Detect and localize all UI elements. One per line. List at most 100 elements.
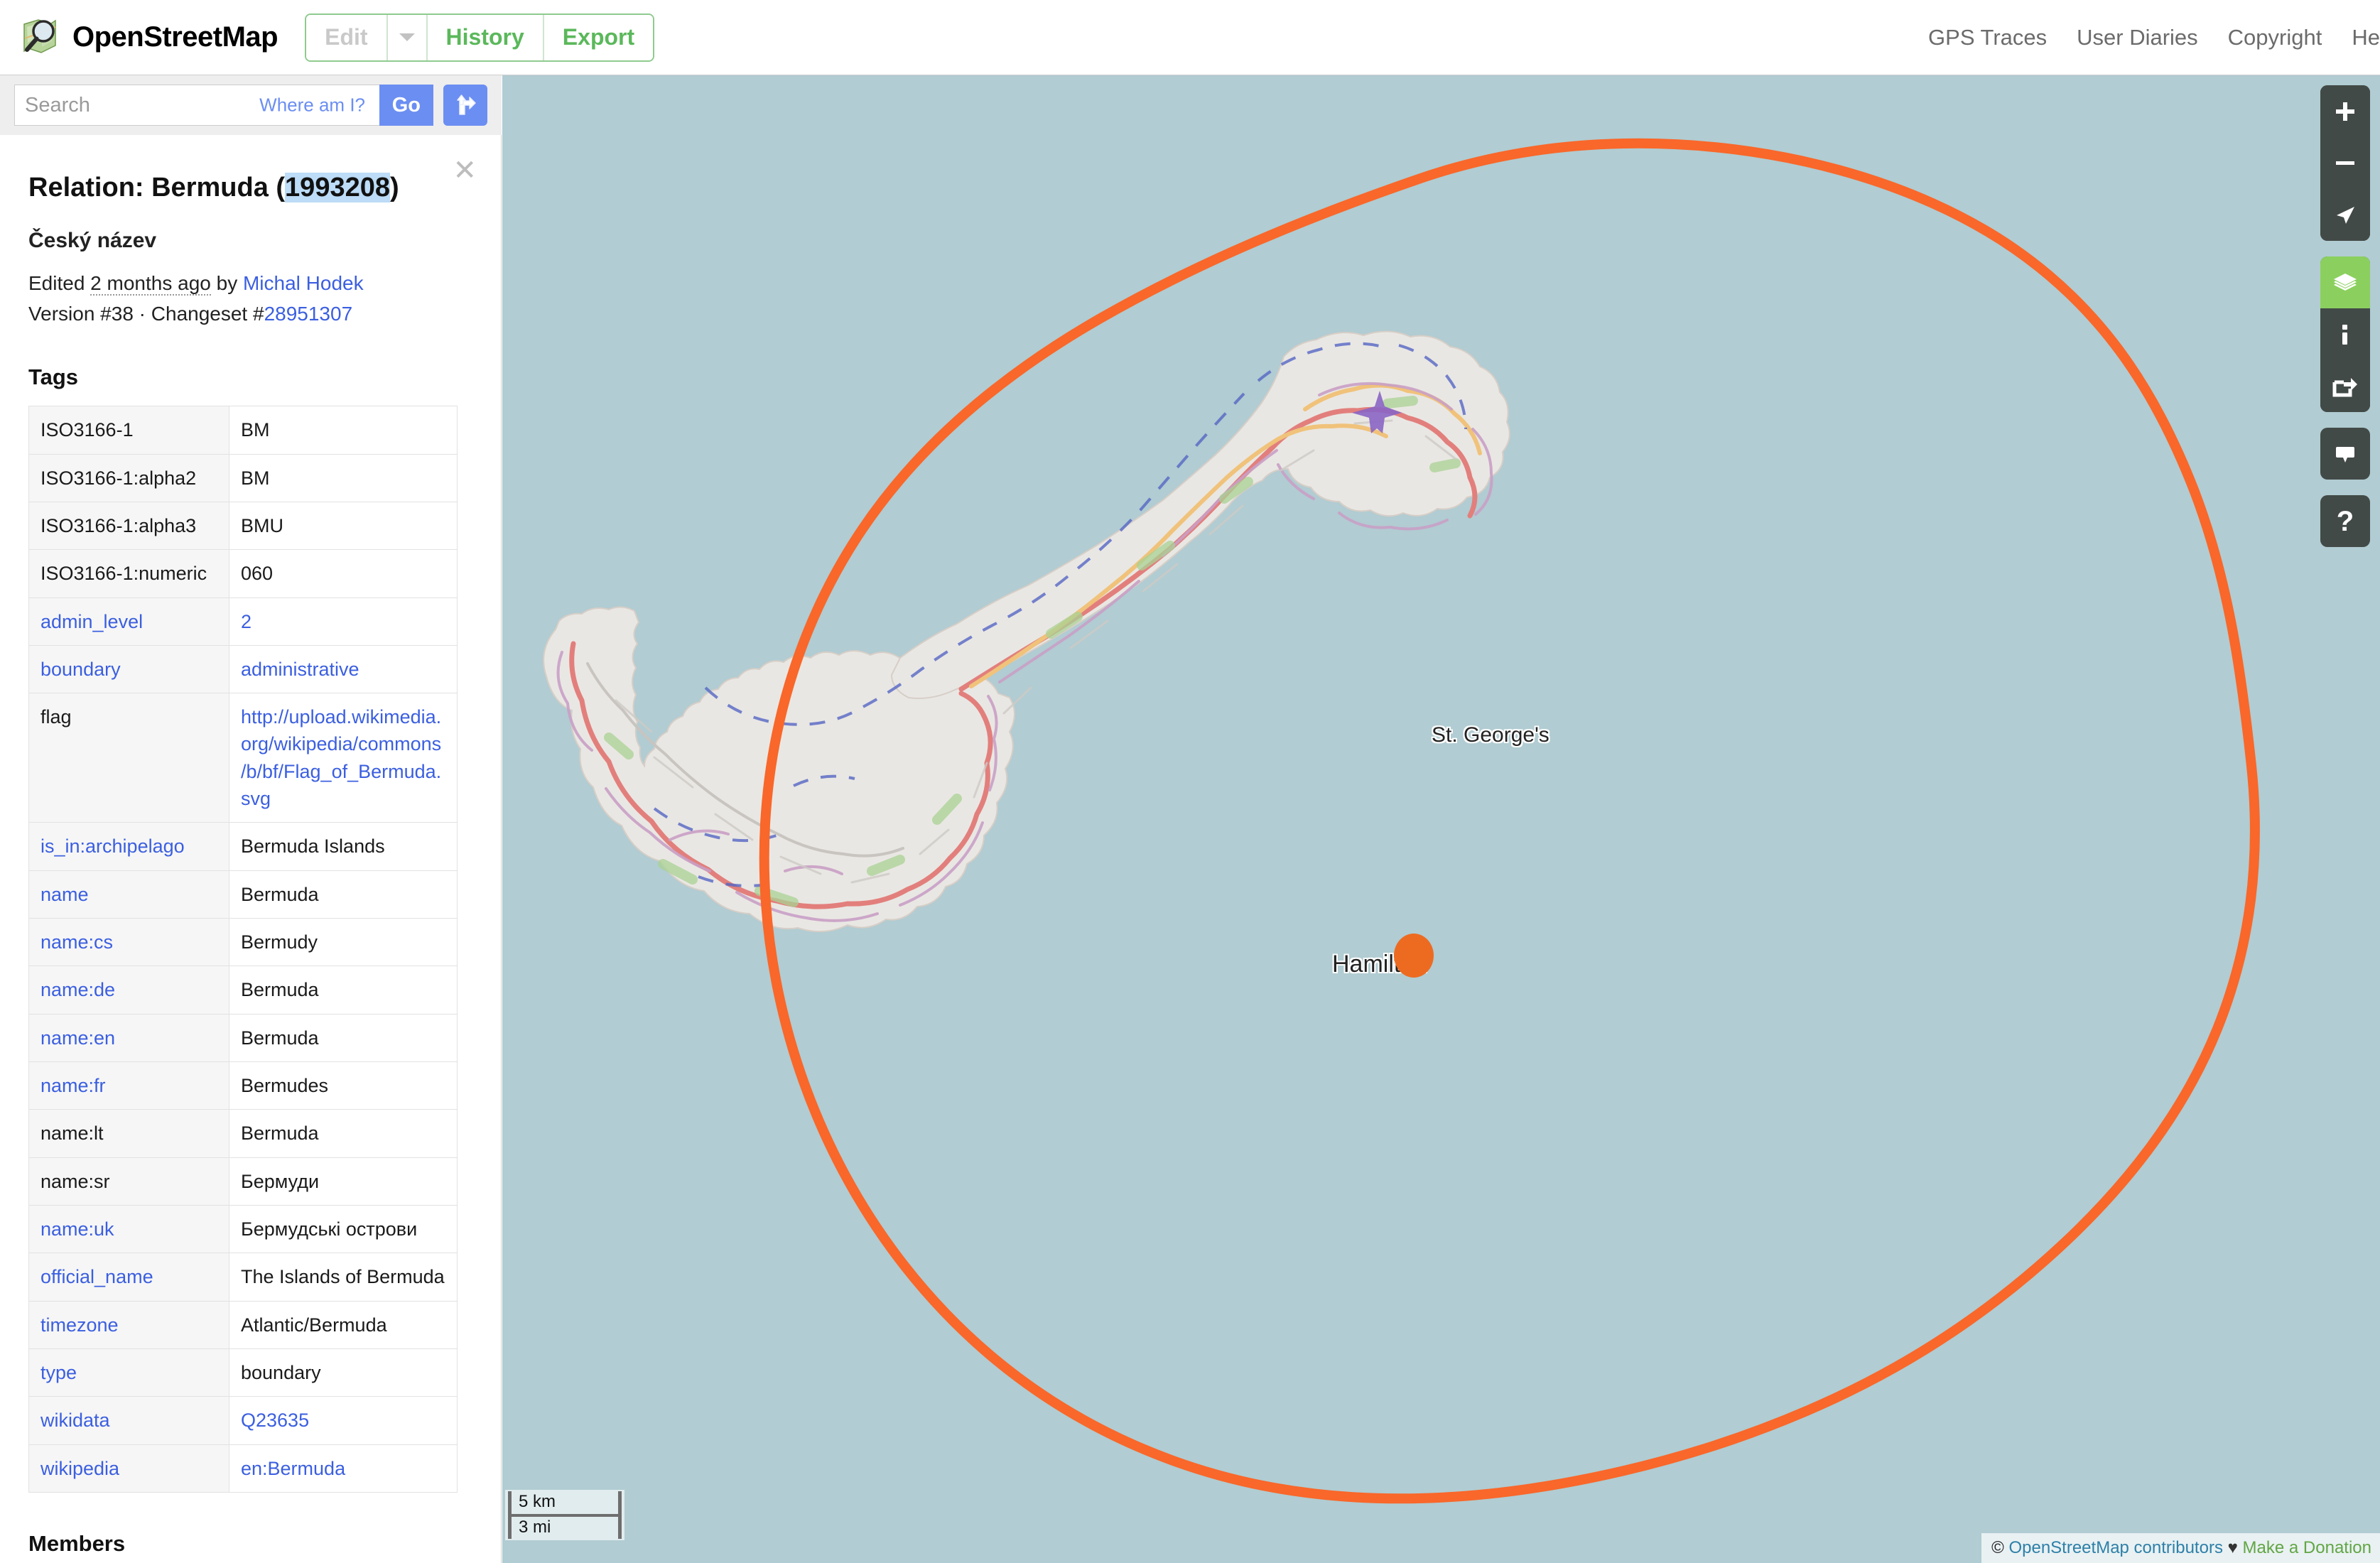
tag-key-link[interactable]: wikidata: [40, 1410, 110, 1431]
logo-block[interactable]: OpenStreetMap: [20, 17, 278, 58]
osm-contributors-link[interactable]: OpenStreetMap contributors: [2008, 1538, 2223, 1557]
tag-value-text: Bermuda Islands: [241, 835, 385, 858]
directions-button[interactable]: [443, 85, 487, 126]
tag-value-cell: Bermuda: [229, 1013, 458, 1063]
table-row: name:de Bermuda: [28, 966, 458, 1015]
page-title: Relation: Bermuda (1993208): [28, 172, 472, 205]
search-go-button[interactable]: Go: [379, 85, 433, 126]
table-row: name:en Bermuda: [28, 1013, 458, 1063]
tag-key-cell: flag: [28, 693, 229, 823]
tag-value-text: Бермуди: [241, 1170, 320, 1192]
tag-key-link[interactable]: name:en: [40, 1027, 115, 1049]
export-button[interactable]: Export: [543, 14, 654, 60]
nav-gps-traces[interactable]: GPS Traces: [1928, 25, 2047, 50]
tag-value-cell: 2: [229, 597, 458, 646]
tag-key-cell: admin_level: [28, 597, 229, 646]
tag-value-cell: boundary: [229, 1348, 458, 1397]
map-layers-button[interactable]: [2320, 256, 2370, 308]
table-row: boundary administrative: [28, 644, 458, 694]
plus-icon: [2336, 102, 2354, 121]
chevron-down-icon: [399, 33, 415, 41]
table-row: timezone Atlantic/Bermuda: [28, 1300, 458, 1350]
table-row: admin_level 2: [28, 597, 458, 646]
tag-value-link[interactable]: 2: [241, 611, 251, 632]
donate-link[interactable]: Make a Donation: [2243, 1538, 2371, 1557]
map-canvas[interactable]: Hamilton St. George's ? 5 km 3 mi © Open…: [502, 75, 2380, 1563]
editor-user-link[interactable]: Michal Hodek: [243, 272, 364, 294]
help-button[interactable]: ?: [2320, 495, 2370, 547]
tag-key-link[interactable]: is_in:archipelago: [40, 835, 185, 857]
tag-key-cell: name: [28, 870, 229, 919]
tag-key-text: ISO3166-1: [40, 419, 134, 441]
tags-table: ISO3166-1 BM ISO3166-1:alpha2 BM ISO3166-1:a…: [28, 406, 458, 1493]
zoom-out-button[interactable]: [2320, 137, 2370, 189]
tag-key-cell: ISO3166-1:numeric: [28, 549, 229, 598]
tag-value-link[interactable]: en:Bermuda: [241, 1458, 345, 1479]
tag-value-cell: Bermuda: [229, 966, 458, 1015]
table-row: name:lt Bermuda: [28, 1109, 458, 1158]
locate-me-button[interactable]: [2320, 189, 2370, 241]
tag-value-cell: Q23635: [229, 1396, 458, 1445]
table-row: wikipedia en:Bermuda: [28, 1444, 458, 1493]
changeset-link[interactable]: 28951307: [264, 303, 353, 325]
map-controls: ?: [2320, 85, 2370, 547]
scale-bar: 5 km 3 mi: [505, 1490, 624, 1540]
edited-line: Edited 2 months ago by Michal Hodek: [28, 270, 472, 297]
help-group: ?: [2320, 495, 2370, 547]
close-icon[interactable]: ✕: [453, 156, 477, 185]
tag-key-link[interactable]: name:cs: [40, 931, 113, 953]
edited-by-text: by: [210, 271, 243, 294]
tag-key-link[interactable]: name:uk: [40, 1218, 114, 1240]
title-prefix: Relation: Bermuda (: [28, 173, 286, 202]
tag-key-link[interactable]: timezone: [40, 1314, 119, 1336]
zoom-in-button[interactable]: [2320, 85, 2370, 137]
tag-value-cell: BMU: [229, 501, 458, 551]
tag-key-link[interactable]: boundary: [40, 659, 121, 680]
table-row: type boundary: [28, 1348, 458, 1397]
tag-value-cell: Бермудські острови: [229, 1205, 458, 1254]
edit-dropdown-button[interactable]: [387, 14, 426, 60]
add-note-button[interactable]: [2320, 428, 2370, 480]
brand-title: OpenStreetMap: [72, 21, 278, 53]
tag-key-cell: timezone: [28, 1300, 229, 1350]
tag-key-link[interactable]: wikipedia: [40, 1458, 119, 1479]
tag-value-link[interactable]: administrative: [241, 659, 359, 680]
bermuda-island-shape: [543, 330, 1510, 933]
tag-value-cell: Bermuda Islands: [229, 822, 458, 871]
sidebar-content: ✕ Relation: Bermuda (1993208) Český náze…: [0, 135, 501, 1563]
tag-value-cell: BM: [229, 453, 458, 502]
history-button[interactable]: History: [427, 14, 543, 60]
tag-value-text: The Islands of Bermuda: [241, 1266, 445, 1288]
tag-value-text: Bermuda: [241, 979, 319, 1001]
tag-key-link[interactable]: name:de: [40, 979, 115, 1000]
table-row: name:fr Bermudes: [28, 1061, 458, 1110]
tags-heading: Tags: [28, 364, 79, 390]
tag-key-link[interactable]: admin_level: [40, 611, 143, 632]
nav-user-diaries[interactable]: User Diaries: [2077, 25, 2198, 50]
tag-value-cell: Bermudy: [229, 918, 458, 967]
tag-key-link[interactable]: type: [40, 1362, 77, 1383]
tag-value-link[interactable]: http://upload.wikimedia.org/wikipedia/co…: [241, 706, 441, 809]
tag-key-cell: name:fr: [28, 1061, 229, 1110]
tag-key-link[interactable]: name:fr: [40, 1075, 106, 1096]
share-icon: [2332, 377, 2357, 396]
tag-key-link[interactable]: official_name: [40, 1266, 153, 1287]
tag-key-cell: ISO3166-1:alpha2: [28, 453, 229, 502]
tag-key-cell: wikipedia: [28, 1444, 229, 1493]
tag-value-cell: Bermuda: [229, 870, 458, 919]
map-info-button[interactable]: [2320, 308, 2370, 360]
tag-value-link[interactable]: Q23635: [241, 1410, 309, 1431]
nav-copyright[interactable]: Copyright: [2228, 25, 2322, 50]
share-button[interactable]: [2320, 360, 2370, 412]
tag-value-text: Atlantic/Bermuda: [241, 1314, 387, 1336]
tag-key-cell: type: [28, 1348, 229, 1397]
info-icon: [2342, 324, 2347, 345]
edit-button[interactable]: Edit: [306, 14, 386, 60]
table-row: ISO3166-1:numeric 060: [28, 549, 458, 598]
nav-help[interactable]: He: [2352, 25, 2380, 50]
tag-key-link[interactable]: name: [40, 884, 89, 905]
table-row: name Bermuda: [28, 870, 458, 919]
tag-key-text: name:sr: [40, 1170, 110, 1192]
zoom-control-group: [2320, 85, 2370, 241]
where-am-i-link[interactable]: Where am I?: [259, 94, 365, 117]
